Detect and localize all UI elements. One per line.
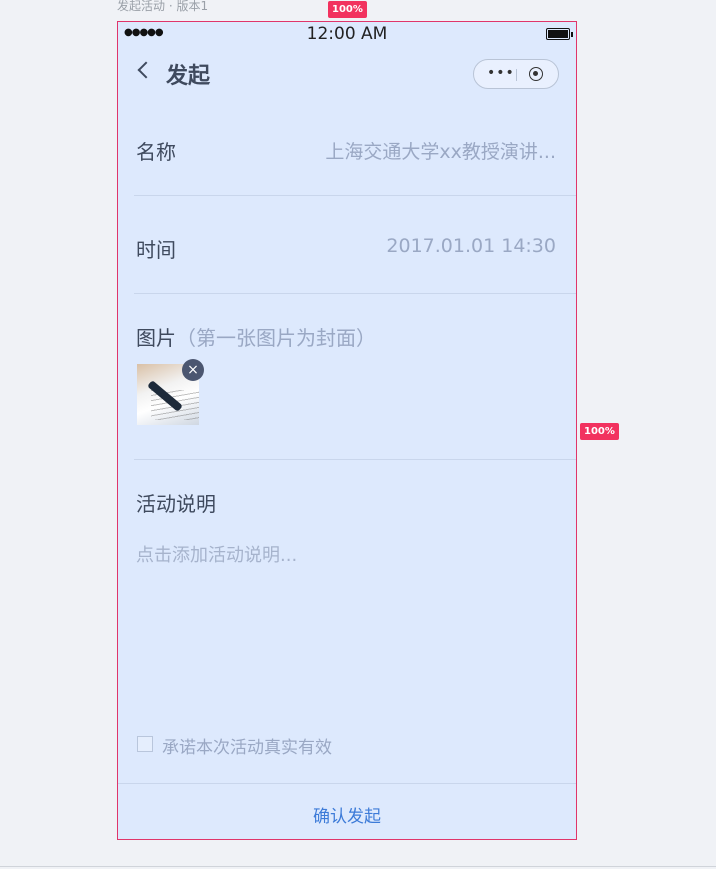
name-label: 名称 — [136, 140, 176, 164]
chevron-left-icon[interactable] — [137, 61, 155, 79]
divider — [134, 459, 576, 460]
images-hint: （第一张图片为封面） — [176, 326, 376, 350]
name-field[interactable]: 上海交通大学xx教授演讲... — [325, 137, 556, 164]
status-bar: ●●●●● 12:00 AM — [118, 22, 576, 48]
battery-tip — [571, 32, 573, 37]
mini-program-capsule: ••• — [473, 59, 559, 89]
time-field[interactable]: 2017.01.01 14:30 — [386, 235, 556, 257]
capsule-separator — [516, 69, 517, 81]
height-measure-badge: 100% — [580, 423, 619, 440]
promise-checkbox[interactable] — [137, 736, 153, 752]
canvas-divider — [0, 866, 716, 867]
more-icon[interactable]: ••• — [487, 65, 515, 81]
page-title: 发起 — [166, 64, 211, 89]
phone-screen: ●●●●● 12:00 AM 发起 ••• 名称 上海交通大学xx教授演讲...… — [117, 21, 577, 840]
description-input[interactable]: 点击添加活动说明... — [136, 541, 297, 567]
close-icon[interactable]: × — [182, 359, 204, 381]
confirm-label: 确认发起 — [313, 807, 381, 827]
width-measure-badge: 100% — [328, 1, 367, 18]
promise-label: 承诺本次活动真实有效 — [162, 738, 332, 758]
navigation-bar: 发起 ••• — [118, 52, 576, 96]
description-label: 活动说明 — [136, 492, 216, 516]
divider — [134, 293, 576, 294]
images-label: 图片 — [136, 326, 176, 350]
artboard-label: 发起活动 · 版本1 — [117, 0, 209, 13]
divider — [134, 195, 576, 196]
images-label-row: 图片（第一张图片为封面） — [136, 322, 376, 351]
battery-icon — [546, 28, 570, 40]
confirm-button[interactable]: 确认发起 — [118, 783, 576, 839]
time-label: 时间 — [136, 238, 176, 262]
target-icon[interactable] — [529, 67, 543, 81]
status-time: 12:00 AM — [306, 24, 388, 44]
